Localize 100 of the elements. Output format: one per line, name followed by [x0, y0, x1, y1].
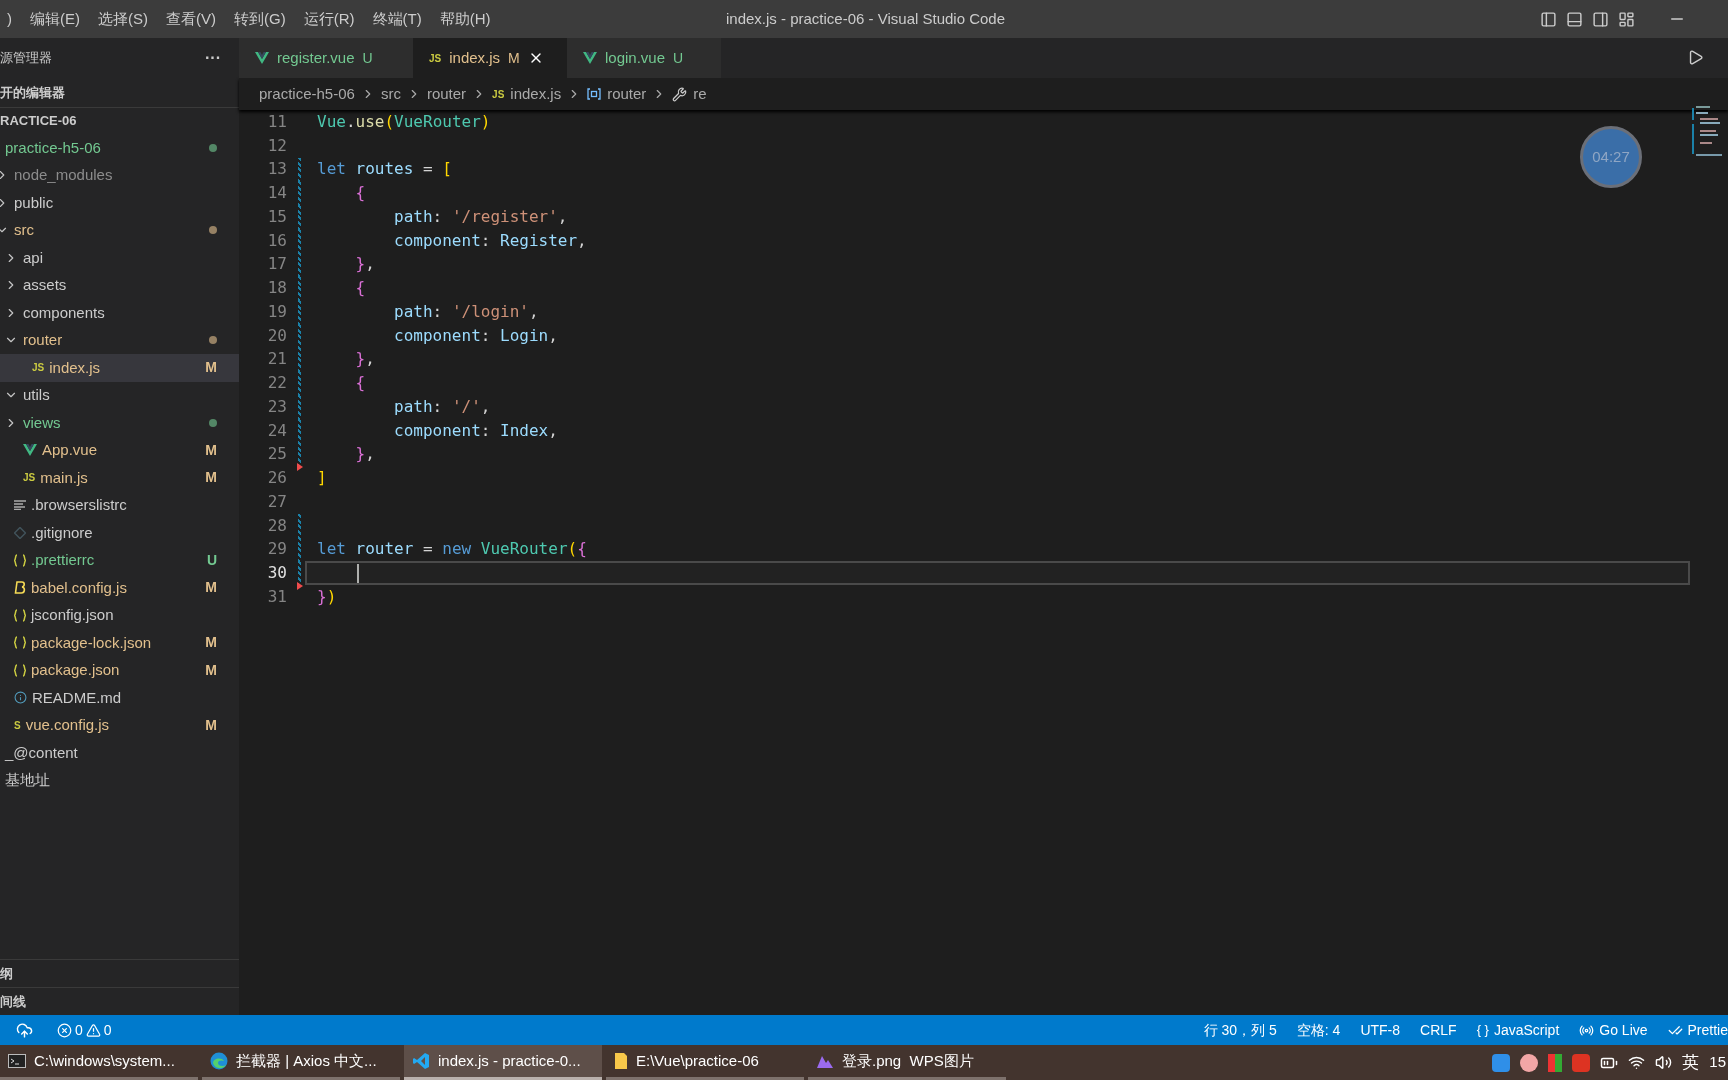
- menu-item[interactable]: 查看(V): [159, 4, 223, 34]
- editor-tab[interactable]: login.vue U: [567, 38, 721, 78]
- layout-icon[interactable]: [1618, 10, 1635, 28]
- file-name: utils: [23, 385, 51, 405]
- tree-item[interactable]: jsconfig.json: [0, 601, 239, 629]
- line-number: 24: [266, 419, 287, 442]
- line-number: 25: [266, 443, 287, 466]
- tree-item[interactable]: package-lock.json M: [0, 629, 239, 657]
- tree-item[interactable]: src: [0, 216, 239, 244]
- git-status: U: [673, 48, 684, 68]
- tree-item[interactable]: public: [0, 189, 239, 217]
- problems-button[interactable]: 0 0: [57, 1019, 112, 1041]
- tree-item[interactable]: 基地址: [0, 766, 239, 794]
- tree-item[interactable]: _@content: [0, 739, 239, 767]
- tree-item[interactable]: practice-h5-06: [0, 134, 239, 162]
- vue-icon: [255, 52, 269, 64]
- tree-item[interactable]: .browserslistrc: [0, 491, 239, 519]
- tab-label: index.js: [449, 47, 501, 68]
- section-header[interactable]: 开的编辑器: [0, 78, 239, 108]
- tab-label: register.vue: [277, 47, 355, 68]
- status-item[interactable]: Go Live: [1579, 1019, 1648, 1041]
- code-line: {: [354, 277, 367, 300]
- sidebar-toggle-icon[interactable]: [1540, 10, 1557, 28]
- tray-app-icon[interactable]: [1572, 1053, 1591, 1072]
- status-item[interactable]: 空格: 4: [1296, 1019, 1341, 1041]
- tray-app-icon[interactable]: [1548, 1053, 1563, 1072]
- more-button[interactable]: ···: [205, 46, 221, 70]
- code-line: {: [354, 182, 367, 205]
- panel-toggle-icon[interactable]: [1566, 10, 1583, 28]
- tree-item[interactable]: App.vue M: [0, 436, 239, 464]
- taskbar-button[interactable]: index.js - practice-0...: [404, 1045, 602, 1080]
- tree-item[interactable]: .gitignore: [0, 519, 239, 547]
- file-name: router: [23, 330, 64, 350]
- tree-item[interactable]: api: [0, 244, 239, 272]
- git-status: U: [362, 48, 373, 68]
- volume-icon[interactable]: [1655, 1054, 1673, 1071]
- tree-item[interactable]: package.json M: [0, 656, 239, 684]
- tree-item[interactable]: utils: [0, 381, 239, 409]
- tree-item[interactable]: babel.config.js M: [0, 574, 239, 602]
- status-item[interactable]: UTF-8: [1360, 1019, 1401, 1041]
- code-line: Vue.use(VueRouter): [316, 110, 492, 133]
- tree-item[interactable]: router: [0, 326, 239, 354]
- file-name: .gitignore: [31, 522, 94, 543]
- taskbar-button[interactable]: C:\windows\system...: [0, 1045, 198, 1080]
- code-line: {: [354, 372, 367, 395]
- status-item[interactable]: CRLF: [1420, 1019, 1457, 1041]
- editor-tab[interactable]: register.vue U: [239, 38, 413, 78]
- menu-item[interactable]: 帮助(H): [432, 4, 498, 34]
- console-icon: [8, 1054, 26, 1068]
- tree-item[interactable]: components: [0, 299, 239, 327]
- cloud-upload-icon[interactable]: [16, 1021, 33, 1039]
- file-name: vue.config.js: [25, 715, 111, 735]
- taskbar-button[interactable]: 拦截器 | Axios 中文...: [202, 1045, 400, 1080]
- line-number: 26: [266, 467, 287, 490]
- menu-item[interactable]: ): [0, 4, 19, 34]
- breadcrumb-item[interactable]: router: [607, 82, 647, 106]
- breadcrumb-item[interactable]: src: [380, 82, 401, 106]
- menu-item[interactable]: 终端(T): [365, 4, 429, 34]
- file-name: jsconfig.json: [31, 605, 115, 625]
- menu-item[interactable]: 编辑(E): [23, 4, 87, 34]
- wifi-icon[interactable]: [1628, 1054, 1646, 1071]
- code-line: path: '/login',: [393, 300, 540, 323]
- line-number: 19: [266, 300, 287, 323]
- editor-tab[interactable]: JS index.js M: [413, 38, 567, 78]
- status-item[interactable]: Prettie: [1667, 1019, 1728, 1041]
- status-item[interactable]: { } JavaScript: [1476, 1019, 1560, 1041]
- git-status: M: [205, 715, 217, 735]
- file-name: README.md: [32, 687, 123, 708]
- tree-item[interactable]: .prettierrc U: [0, 546, 239, 574]
- input-method[interactable]: 英: [1682, 1049, 1700, 1076]
- warning-count: 0: [103, 1020, 112, 1040]
- tray-app-icon[interactable]: [1520, 1053, 1539, 1072]
- tree-item[interactable]: S vue.config.js M: [0, 711, 239, 739]
- run-icon[interactable]: [1687, 49, 1704, 66]
- menu-item[interactable]: 运行(R): [296, 4, 362, 34]
- secondary-sidebar-icon[interactable]: [1592, 10, 1609, 28]
- taskbar-button[interactable]: 登录.png WPS图片: [808, 1045, 1006, 1080]
- tree-item[interactable]: JS main.js M: [0, 464, 239, 492]
- taskbar-button[interactable]: E:\Vue\practice-06: [606, 1045, 804, 1080]
- menu-item[interactable]: 选择(S): [91, 4, 155, 34]
- tree-item[interactable]: views: [0, 409, 239, 437]
- tree-item[interactable]: assets: [0, 271, 239, 299]
- js-icon: JS: [429, 50, 442, 66]
- clock[interactable]: 15: [1709, 1051, 1726, 1074]
- breadcrumb-item[interactable]: practice-h5-06: [259, 82, 355, 106]
- breadcrumb-item[interactable]: index.js: [510, 82, 562, 106]
- breadcrumb-item[interactable]: re: [693, 82, 707, 106]
- line-number: 31: [266, 585, 287, 608]
- tray-app-icon[interactable]: [1492, 1053, 1511, 1072]
- tree-item[interactable]: node_modules: [0, 161, 239, 189]
- section-header[interactable]: 纲: [0, 959, 239, 987]
- browser-icon: [210, 1052, 228, 1070]
- menu-item[interactable]: 转到(G): [227, 4, 293, 34]
- breadcrumb-item[interactable]: router: [426, 82, 467, 106]
- tree-item[interactable]: README.md: [0, 684, 239, 712]
- section-header[interactable]: RACTICE-06: [0, 108, 239, 134]
- tree-item[interactable]: JS index.js M: [0, 354, 239, 382]
- status-item[interactable]: 行 30，列 5: [1203, 1019, 1277, 1041]
- file-name: 基地址: [5, 770, 51, 790]
- braces-icon: { }: [1476, 1020, 1489, 1040]
